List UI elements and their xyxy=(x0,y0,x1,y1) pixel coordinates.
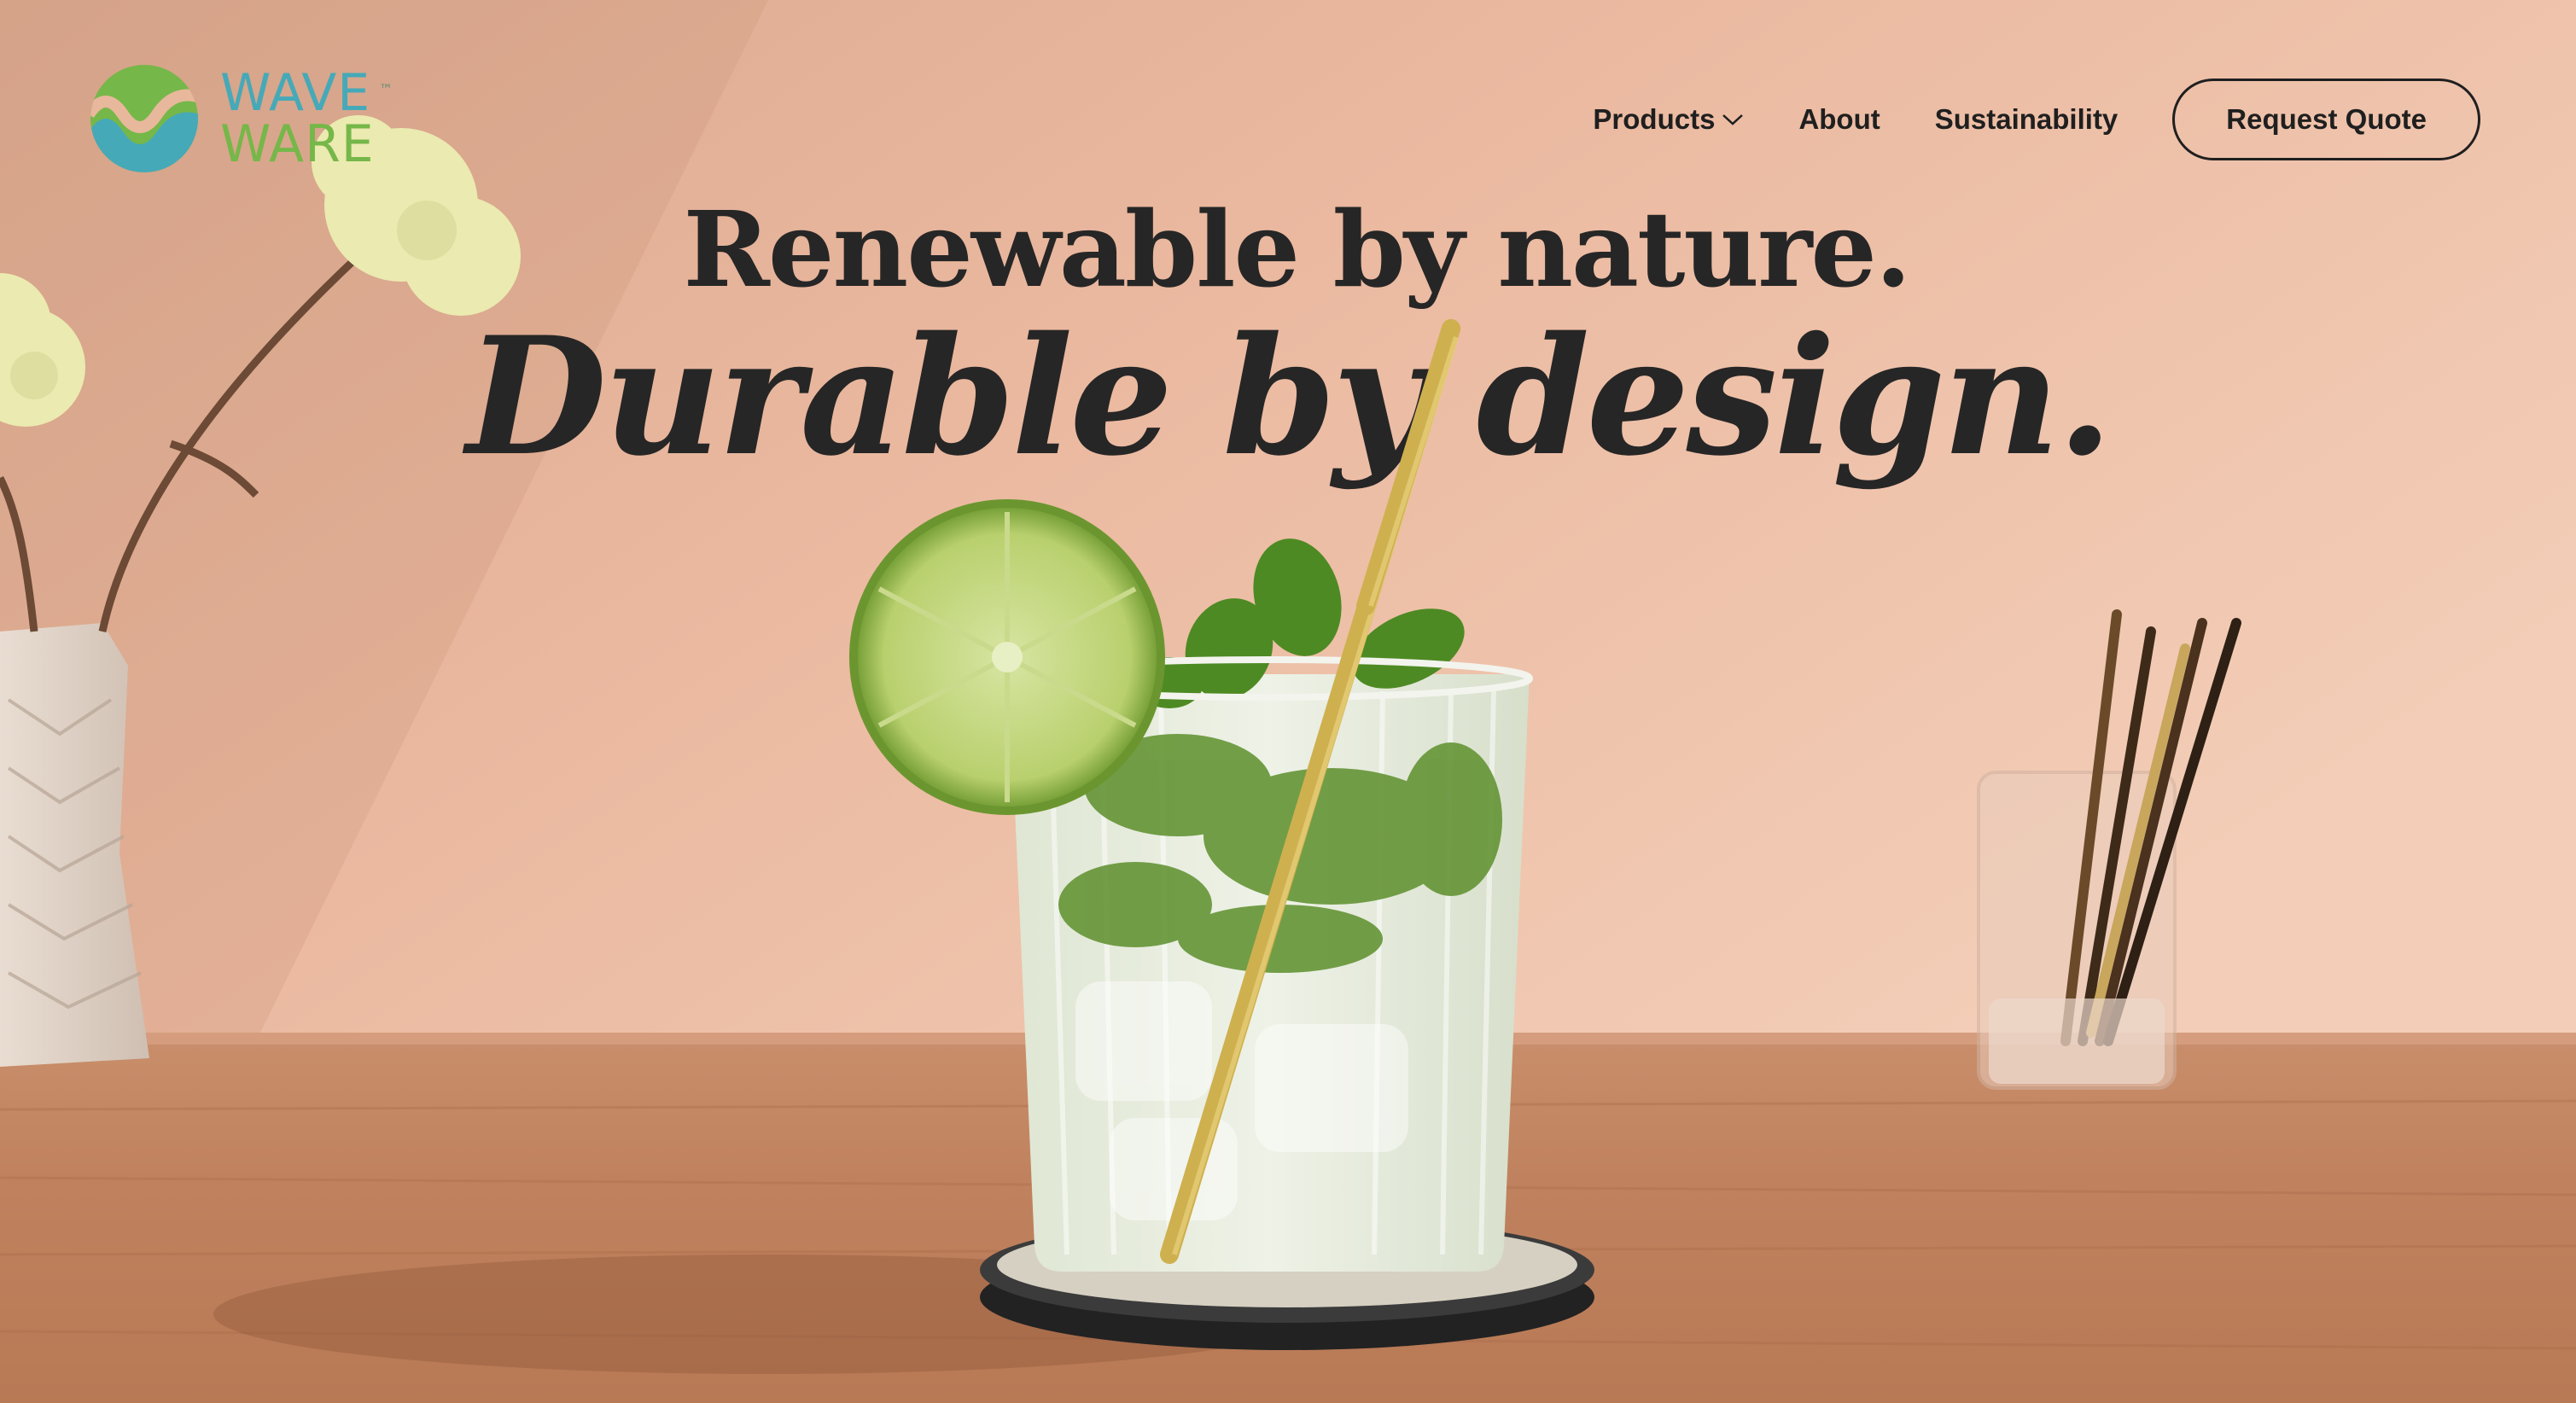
hero-headline-line1: Renewable by nature. xyxy=(683,188,1912,311)
hero-headline-line2: Durable by design. xyxy=(466,301,2113,492)
nav-item-label: Products xyxy=(1593,103,1716,135)
request-quote-button[interactable]: Request Quote xyxy=(2172,79,2480,160)
wave-logo-icon xyxy=(90,65,198,172)
main-nav: Products About Sustainability Request Qu… xyxy=(1593,77,2480,162)
brand-name-line2: WARE xyxy=(220,114,375,174)
brand-logo[interactable]: WAVE WARE ™ xyxy=(89,63,413,174)
brand-name-line1: WAVE xyxy=(220,63,371,123)
brand-wordmark: WAVE WARE ™ xyxy=(220,63,393,174)
nav-item-label: Sustainability xyxy=(1934,103,2118,135)
chevron-down-icon xyxy=(1722,114,1744,125)
trademark-symbol: ™ xyxy=(379,81,393,97)
nav-item-products[interactable]: Products xyxy=(1593,103,1744,136)
nav-item-label: About xyxy=(1798,103,1880,135)
nav-item-about[interactable]: About xyxy=(1798,103,1880,136)
nav-item-sustainability[interactable]: Sustainability xyxy=(1935,103,2118,136)
